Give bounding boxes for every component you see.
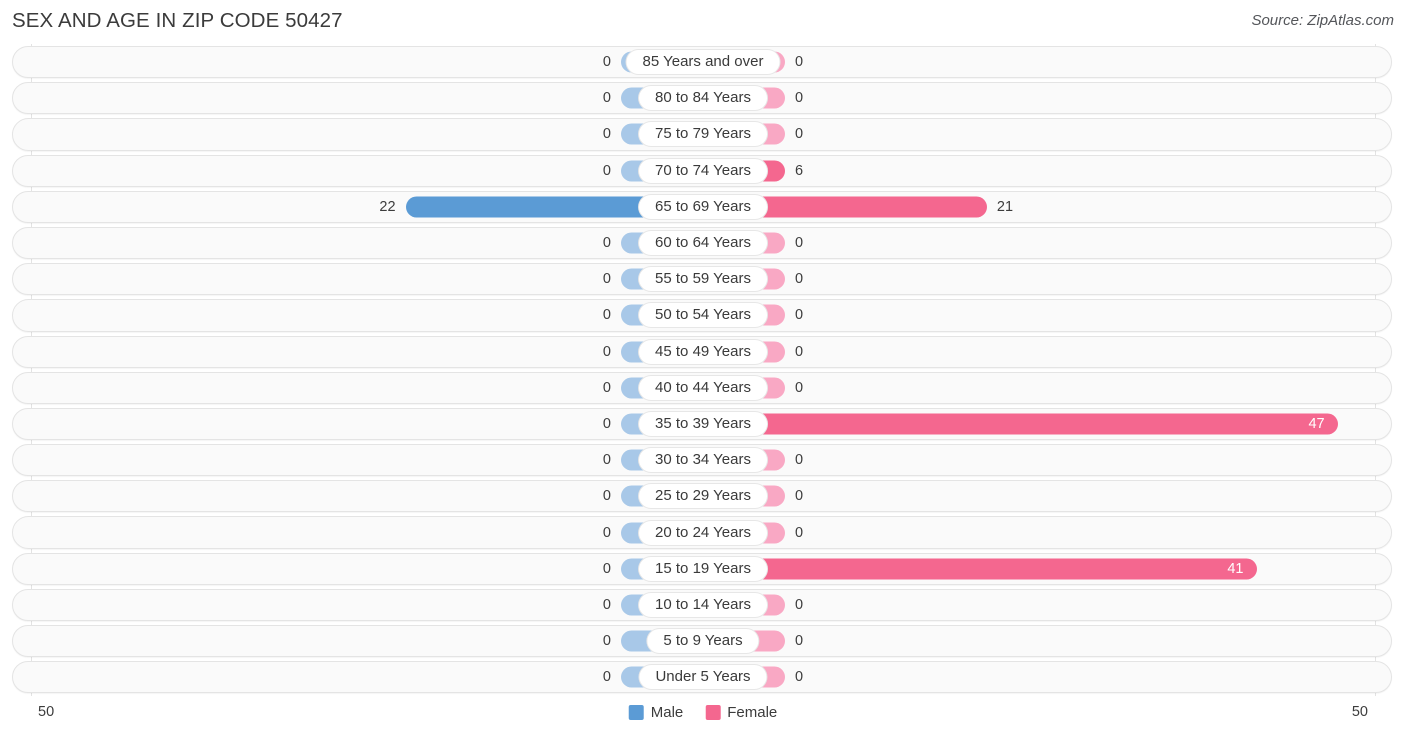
value-female: 0 xyxy=(795,633,804,650)
legend-item-male[interactable]: Male xyxy=(628,704,684,721)
value-female: 47 xyxy=(1308,415,1325,432)
chart-rows: 0 0 85 Years and over 0 0 80 to 84 Years 0 0 75 … xyxy=(0,44,1406,695)
value-female: 0 xyxy=(795,235,804,252)
value-male: 0 xyxy=(602,90,611,107)
age-group-label: Under 5 Years xyxy=(639,665,767,690)
value-male: 0 xyxy=(602,560,611,577)
value-female: 0 xyxy=(795,379,804,396)
age-group-label: 55 to 59 Years xyxy=(639,267,767,292)
value-female: 0 xyxy=(795,488,804,505)
chart-row: 0 0 80 to 84 Years xyxy=(0,80,1406,116)
chart-row: 0 0 30 to 34 Years xyxy=(0,442,1406,478)
value-female: 0 xyxy=(795,126,804,143)
chart-row: 22 21 65 to 69 Years xyxy=(0,189,1406,225)
chart-legend: Male Female xyxy=(628,704,777,721)
age-group-label: 20 to 24 Years xyxy=(639,520,767,545)
value-female: 0 xyxy=(795,307,804,324)
chart-row: 0 0 5 to 9 Years xyxy=(0,623,1406,659)
value-male: 0 xyxy=(602,488,611,505)
value-male: 0 xyxy=(602,452,611,469)
value-male: 0 xyxy=(602,596,611,613)
chart-row: 0 0 75 to 79 Years xyxy=(0,116,1406,152)
legend-label: Female xyxy=(727,704,778,721)
age-group-label: 40 to 44 Years xyxy=(639,375,767,400)
legend-item-female[interactable]: Female xyxy=(705,704,777,721)
age-group-label: 75 to 79 Years xyxy=(639,122,767,147)
value-male: 0 xyxy=(602,343,611,360)
value-male: 0 xyxy=(602,54,611,71)
bar-female[interactable] xyxy=(703,558,1258,580)
chart-row: 0 0 40 to 44 Years xyxy=(0,370,1406,406)
value-female: 6 xyxy=(795,162,804,179)
age-group-label: 85 Years and over xyxy=(626,50,780,75)
value-female: 0 xyxy=(795,524,804,541)
value-female: 0 xyxy=(795,669,804,686)
bar-female[interactable] xyxy=(703,413,1339,435)
age-group-label: 15 to 19 Years xyxy=(639,556,767,581)
legend-label: Male xyxy=(650,704,684,721)
value-female: 41 xyxy=(1227,560,1244,577)
axis-label-left: 50 xyxy=(38,704,55,720)
age-group-label: 50 to 54 Years xyxy=(639,303,767,328)
chart-row: 0 6 70 to 74 Years xyxy=(0,153,1406,189)
legend-swatch-male-icon xyxy=(628,705,644,720)
age-group-label: 45 to 49 Years xyxy=(639,339,767,364)
age-group-label: 60 to 64 Years xyxy=(639,231,767,256)
age-group-label: 5 to 9 Years xyxy=(647,629,759,654)
page-title: SEX AND AGE IN ZIP CODE 50427 xyxy=(12,9,343,32)
value-female: 0 xyxy=(795,90,804,107)
value-male: 0 xyxy=(602,307,611,324)
value-female: 0 xyxy=(795,271,804,288)
value-female: 21 xyxy=(996,198,1014,215)
value-female: 0 xyxy=(795,452,804,469)
age-group-label: 10 to 14 Years xyxy=(639,592,767,617)
chart-row: 0 0 10 to 14 Years xyxy=(0,587,1406,623)
value-male: 22 xyxy=(379,198,396,215)
chart-row: 0 47 35 to 39 Years xyxy=(0,406,1406,442)
chart-row: 0 0 Under 5 Years xyxy=(0,659,1406,695)
value-female: 0 xyxy=(795,596,804,613)
chart-row: 0 0 60 to 64 Years xyxy=(0,225,1406,261)
value-female: 0 xyxy=(795,343,804,360)
value-male: 0 xyxy=(602,271,611,288)
age-group-label: 70 to 74 Years xyxy=(639,158,767,183)
age-group-label: 25 to 29 Years xyxy=(639,484,767,509)
chart-row: 0 0 50 to 54 Years xyxy=(0,297,1406,333)
value-male: 0 xyxy=(602,235,611,252)
value-male: 0 xyxy=(602,415,611,432)
value-male: 0 xyxy=(602,633,611,650)
value-male: 0 xyxy=(602,524,611,541)
chart-row: 0 0 45 to 49 Years xyxy=(0,334,1406,370)
age-group-label: 65 to 69 Years xyxy=(639,194,767,219)
value-male: 0 xyxy=(602,669,611,686)
age-group-label: 80 to 84 Years xyxy=(639,86,767,111)
age-group-label: 30 to 34 Years xyxy=(639,448,767,473)
chart-footer: 50 50 Male Female xyxy=(0,696,1406,740)
chart-row: 0 0 55 to 59 Years xyxy=(0,261,1406,297)
age-group-label: 35 to 39 Years xyxy=(639,411,767,436)
value-male: 0 xyxy=(602,379,611,396)
value-female: 0 xyxy=(795,54,804,71)
population-pyramid-chart: 0 0 85 Years and over 0 0 80 to 84 Years 0 0 75 … xyxy=(0,44,1406,696)
axis-label-right: 50 xyxy=(1351,704,1368,720)
chart-row: 0 0 25 to 29 Years xyxy=(0,478,1406,514)
chart-row: 0 0 85 Years and over xyxy=(0,44,1406,80)
value-male: 0 xyxy=(602,126,611,143)
chart-row: 0 41 15 to 19 Years xyxy=(0,551,1406,587)
source-attribution: Source: ZipAtlas.com xyxy=(1251,12,1394,29)
value-male: 0 xyxy=(602,162,611,179)
legend-swatch-female-icon xyxy=(705,705,721,720)
chart-row: 0 0 20 to 24 Years xyxy=(0,514,1406,550)
chart-header: SEX AND AGE IN ZIP CODE 50427 Source: Zi… xyxy=(0,0,1406,44)
